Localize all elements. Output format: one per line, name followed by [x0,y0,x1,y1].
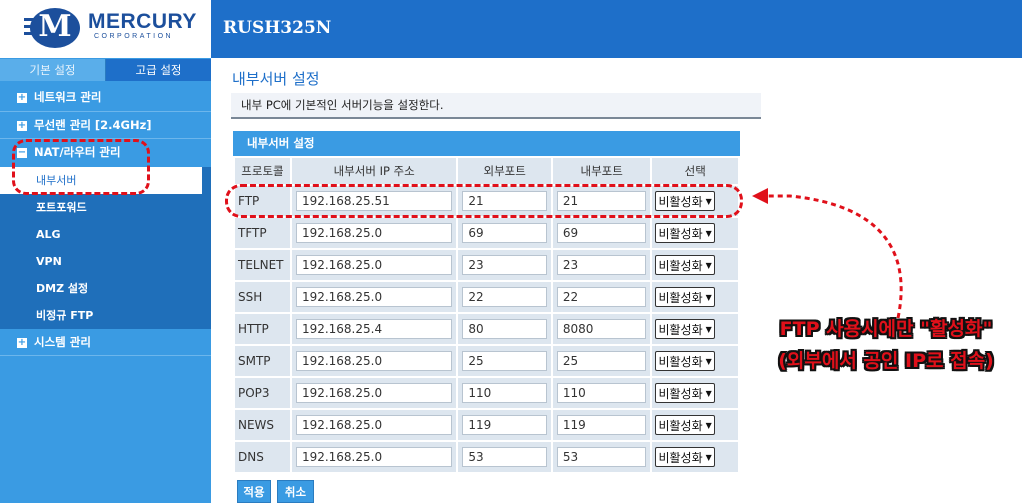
annotation-arrow [752,188,903,319]
annotation-line-1: FTP 사용시에만 "활성화" [779,318,993,340]
router-admin-page: M MERCURY CORPORATION RUSH325N 기본 설정 고급 … [0,0,1022,503]
annotation-line-2: (외부에서 공인 IP로 접속) [778,350,994,372]
annotation-text: FTP 사용시에만 "활성화" (외부에서 공인 IP로 접속) [752,313,1020,377]
